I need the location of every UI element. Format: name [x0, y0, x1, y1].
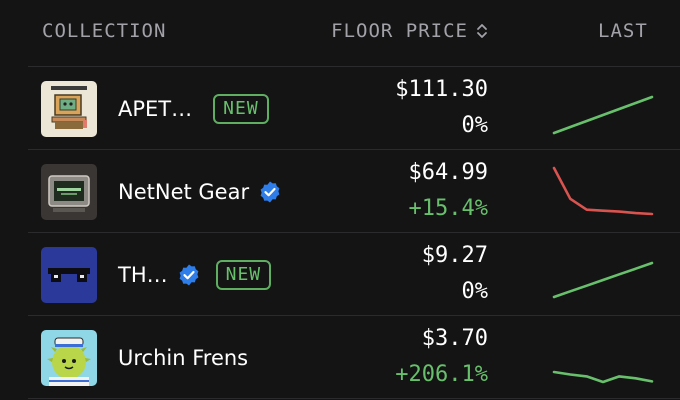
sparkline-chart: [548, 67, 680, 150]
price-change-value: 0%: [461, 279, 489, 304]
collection-row-th[interactable]: TH… NEW $9.27 0%: [0, 233, 680, 316]
sparkline-line: [552, 95, 654, 135]
collection-name[interactable]: APET…: [118, 93, 192, 125]
floor-price-value: $111.30: [395, 77, 488, 102]
collections-screen: COLLECTION FLOOR PRICE LAST APET… NEW $1…: [0, 0, 680, 400]
table-header: COLLECTION FLOOR PRICE LAST: [0, 0, 680, 66]
sort-up-down-icon[interactable]: [476, 22, 488, 40]
collection-name[interactable]: TH…: [118, 259, 168, 291]
floor-price-value: $3.70: [421, 326, 488, 351]
collection-thumbnail-th: [41, 247, 97, 303]
floor-price-value: $9.27: [421, 243, 488, 268]
sparkline-svg: [552, 261, 654, 299]
sparkline-line: [552, 370, 654, 384]
collection-name[interactable]: Urchin Frens: [118, 342, 248, 374]
floor-price-value: $64.99: [408, 160, 488, 185]
collection-row-urchin-frens[interactable]: Urchin Frens $3.70 +206.1%: [0, 316, 680, 399]
sparkline-chart: [548, 150, 680, 233]
verified-badge-icon: [177, 263, 201, 287]
floor-price-column-header[interactable]: FLOOR PRICE: [331, 20, 488, 42]
last-column-header[interactable]: LAST: [598, 20, 648, 42]
price-change-value: 0%: [461, 113, 489, 138]
collection-thumbnail-apet: [41, 81, 97, 137]
new-badge: NEW: [213, 94, 269, 124]
price-change-value: +206.1%: [395, 362, 488, 387]
sparkline-chart: [548, 233, 680, 316]
collection-name-group: TH… NEW: [118, 259, 272, 291]
sparkline-svg: [552, 166, 654, 216]
row-divider: [28, 398, 680, 399]
sparkline-line: [552, 166, 654, 216]
verified-badge-icon: [258, 180, 282, 204]
collection-thumbnail-netnet-gear: [41, 164, 97, 220]
collection-name-group: APET… NEW: [118, 93, 269, 125]
collection-row-apet[interactable]: APET… NEW $111.30 0%: [0, 67, 680, 150]
sparkline-svg: [552, 370, 654, 384]
collection-row-netnet-gear[interactable]: NetNet Gear $64.99 +15.4%: [0, 150, 680, 233]
collection-thumbnail-urchin-frens: [41, 330, 97, 386]
collection-name-group: NetNet Gear: [118, 176, 282, 208]
sparkline-line: [552, 261, 654, 299]
collection-name-group: Urchin Frens: [118, 342, 248, 374]
collection-name[interactable]: NetNet Gear: [118, 176, 249, 208]
floor-price-label: FLOOR PRICE: [331, 20, 468, 42]
new-badge: NEW: [215, 260, 272, 290]
sparkline-svg: [552, 95, 654, 135]
price-change-value: +15.4%: [408, 196, 488, 221]
sparkline-chart: [548, 316, 680, 399]
collection-column-header[interactable]: COLLECTION: [42, 20, 166, 42]
